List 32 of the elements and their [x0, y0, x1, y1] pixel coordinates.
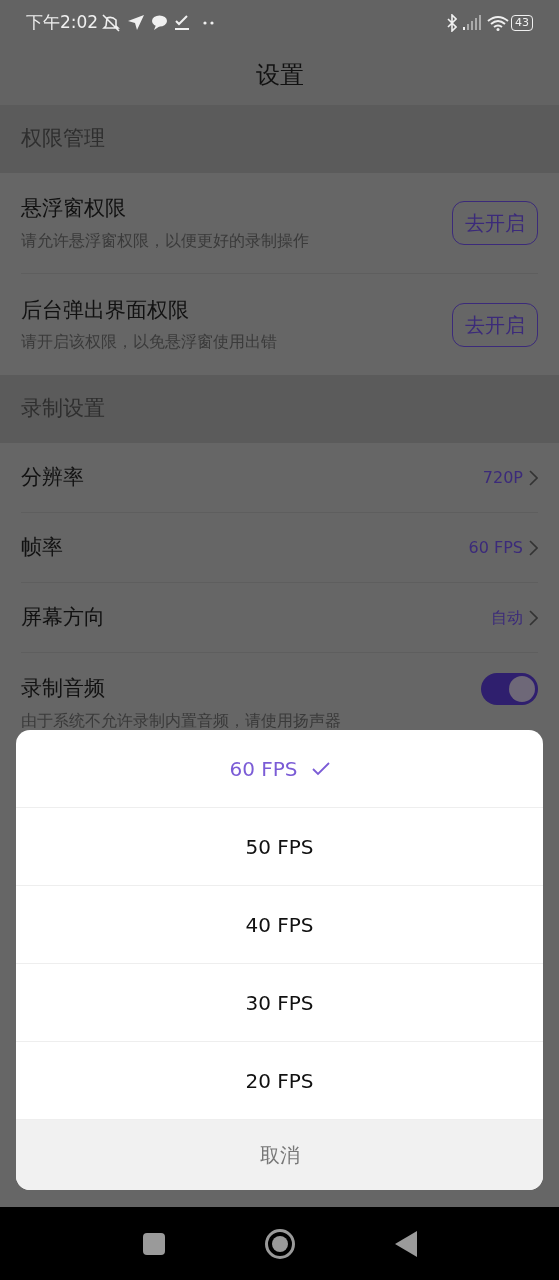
download-check-icon [175, 15, 190, 30]
setting-value[interactable]: 60 FPS [468, 535, 523, 560]
chevron-right-icon [529, 539, 538, 556]
send-icon [128, 15, 145, 30]
frame-rate-option[interactable]: 50 FPS [16, 808, 543, 886]
bluetooth-icon [447, 13, 457, 32]
setting-value[interactable]: 自动 [491, 605, 523, 630]
chevron-right-icon [529, 609, 538, 626]
frame-rate-option[interactable]: 30 FPS [16, 964, 543, 1042]
page-title: 设置 [255, 60, 304, 91]
chat-bubble-icon [152, 15, 168, 30]
more-icon [203, 20, 215, 25]
setting-title: 录制音频 [21, 675, 106, 702]
back-button[interactable] [394, 1230, 417, 1257]
home-button[interactable] [264, 1228, 295, 1259]
status-time: 下午2:02 [26, 10, 99, 34]
battery-indicator: 43 [511, 14, 533, 31]
setting-title: 分辨率 [21, 463, 85, 491]
muted-bell-icon [102, 13, 121, 32]
cancel-button[interactable]: 取消 [16, 1120, 543, 1190]
check-icon [311, 761, 330, 776]
signal-icon [463, 15, 481, 30]
chevron-right-icon [529, 469, 538, 486]
setting-title: 屏幕方向 [21, 603, 106, 631]
frame-rate-option[interactable]: 60 FPS [16, 730, 543, 808]
wifi-icon [487, 14, 509, 31]
frame-rate-option[interactable]: 40 FPS [16, 886, 543, 964]
recents-button[interactable] [142, 1232, 165, 1255]
setting-title: 悬浮窗权限 [21, 195, 127, 223]
setting-title: 帧率 [21, 533, 64, 561]
setting-title: 后台弹出界面权限 [21, 296, 190, 324]
toggle-switch[interactable] [481, 673, 538, 705]
